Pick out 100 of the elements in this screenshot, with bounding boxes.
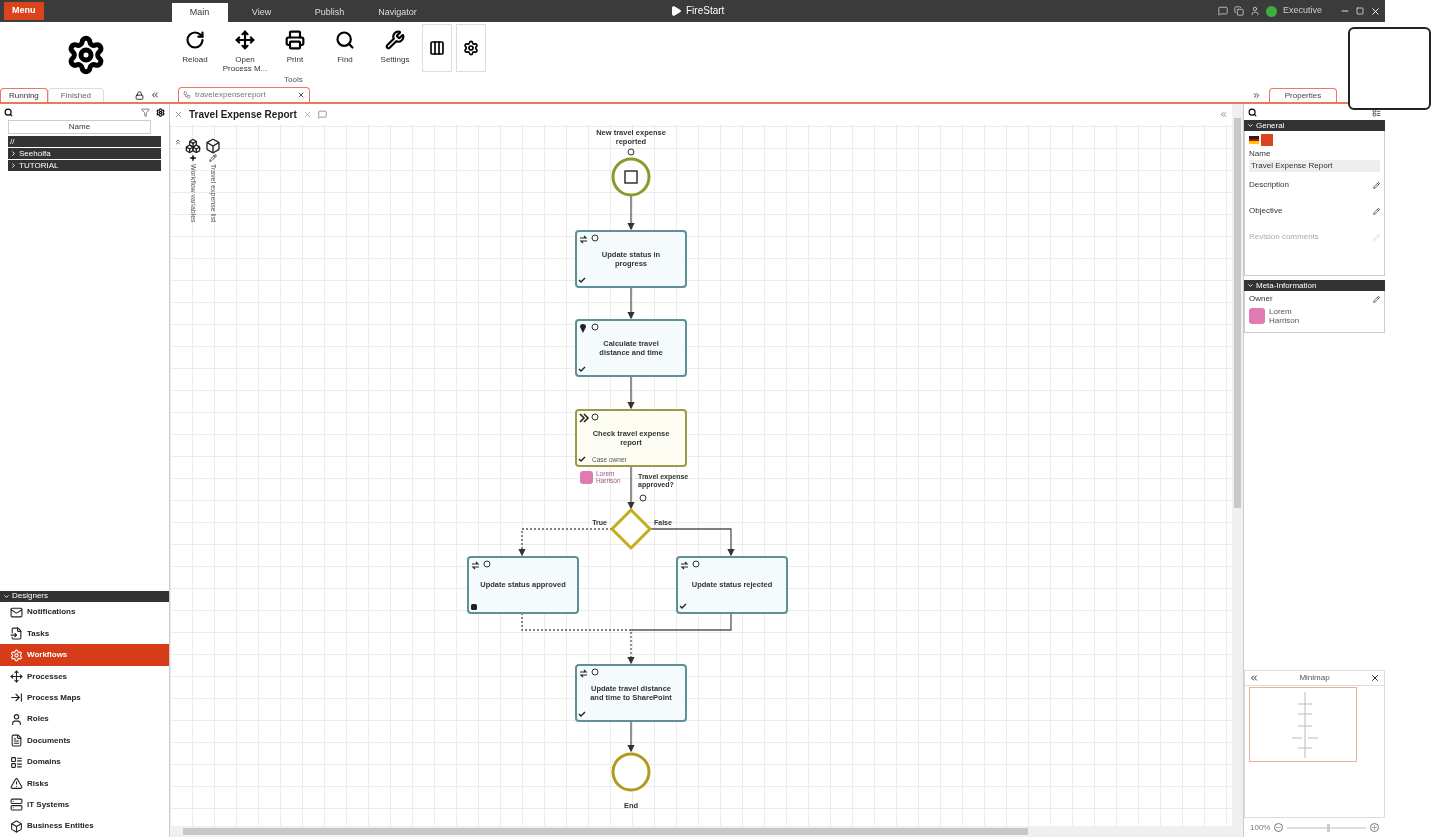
designer-item[interactable]: Domains (0, 751, 169, 773)
user-icon[interactable] (1249, 6, 1260, 16)
envelope-icon (10, 605, 23, 619)
settings-icon (483, 560, 491, 568)
designer-item[interactable]: Tasks (0, 623, 169, 645)
search-icon[interactable] (1248, 107, 1257, 117)
tree-row[interactable]: Seeholfa (8, 148, 161, 159)
clock-icon (627, 148, 635, 156)
section-header[interactable]: Designers (12, 591, 48, 602)
close-tab-icon[interactable] (297, 91, 305, 99)
cube-icon[interactable] (205, 138, 221, 154)
task-box[interactable] (467, 556, 579, 614)
options-icon[interactable] (156, 107, 165, 117)
ribbon-button[interactable]: Find (322, 30, 368, 64)
search-icon[interactable] (4, 107, 13, 117)
settings-icon (591, 323, 599, 331)
connector-arrow[interactable] (627, 720, 635, 753)
zoom-slider[interactable] (1287, 826, 1366, 829)
clock-icon (639, 494, 647, 502)
task-box[interactable] (575, 664, 687, 722)
maximize-icon[interactable] (1356, 7, 1364, 15)
settings-icon (591, 668, 599, 676)
collapse-icon[interactable] (150, 90, 160, 100)
scrollbar-thumb[interactable] (183, 828, 1028, 835)
edit-icon[interactable] (1373, 295, 1380, 303)
edit-icon[interactable] (209, 154, 217, 162)
edit-icon[interactable] (1373, 207, 1380, 215)
task-box[interactable] (575, 409, 687, 467)
tree-label: Seeholfa (19, 148, 51, 159)
scrollbar-thumb[interactable] (1234, 118, 1241, 508)
ribbon-button[interactable]: Open Process M... (222, 30, 268, 73)
ribbon-tab[interactable]: Main (171, 3, 228, 22)
avatar-icon (1249, 308, 1265, 324)
menu-button[interactable]: Menu (4, 2, 44, 20)
filter-icon[interactable] (141, 107, 150, 117)
ribbon-button[interactable]: Print (272, 30, 318, 64)
task-box[interactable] (676, 556, 788, 614)
reload-icon (185, 30, 205, 50)
app-gear-icon (66, 35, 106, 75)
sort-icon[interactable] (1372, 107, 1381, 117)
collapse-icon[interactable] (174, 138, 182, 146)
app-title: FireStart (686, 4, 725, 18)
panel-tab[interactable]: Finished (47, 88, 105, 102)
columns-icon (429, 40, 445, 56)
minimap-title: Minimap (1298, 672, 1331, 684)
designer-item[interactable]: Roles (0, 708, 169, 731)
cubes-icon[interactable] (185, 138, 201, 154)
ribbon-button[interactable]: Settings (372, 30, 418, 64)
designer-item[interactable]: IT Systems (0, 794, 169, 816)
collapse-caret-icon[interactable] (1247, 122, 1254, 129)
map-icon (10, 691, 23, 705)
wrench-icon (385, 30, 405, 50)
properties-tab[interactable]: Properties (1269, 88, 1337, 102)
expand-icon[interactable] (1252, 91, 1261, 100)
designer-item[interactable]: Risks (0, 772, 169, 795)
minimap-drawing (1290, 690, 1320, 760)
designer-item[interactable]: Business Entities (0, 815, 169, 837)
avatar-icon (580, 471, 593, 484)
workflow-title: Travel Expense Report (189, 107, 297, 122)
connector-arrow[interactable] (627, 286, 635, 320)
chat-icon[interactable] (1217, 6, 1228, 16)
field-label: Description (1249, 179, 1289, 191)
edit-icon[interactable] (1373, 181, 1380, 189)
flag-icon[interactable] (1249, 136, 1259, 144)
tree-row[interactable]: TUTORIAL (8, 160, 161, 171)
columns-toggle[interactable] (422, 24, 452, 72)
collapse-caret-icon[interactable] (3, 592, 10, 600)
column-header[interactable]: Name (8, 120, 151, 134)
designer-item[interactable]: Notifications (0, 601, 169, 624)
windows-icon[interactable] (1233, 6, 1244, 16)
collapse-caret-icon[interactable] (1247, 282, 1254, 289)
slider-thumb[interactable] (1326, 823, 1330, 832)
ribbon-tab[interactable]: Publish (295, 3, 364, 22)
designer-item[interactable]: Process Maps (0, 687, 169, 709)
add-icon[interactable] (189, 154, 197, 162)
connector-arrow[interactable] (627, 465, 635, 510)
collapse-icon[interactable] (1249, 673, 1259, 683)
zoom-in-icon[interactable] (1370, 823, 1379, 832)
designer-item[interactable]: Documents (0, 730, 169, 752)
panel-tab[interactable]: Running (0, 88, 48, 102)
ribbon-tab[interactable]: View (227, 3, 296, 22)
close-icon[interactable] (1370, 673, 1380, 683)
domain-icon (10, 755, 23, 769)
connector-arrow[interactable] (627, 194, 635, 231)
settings-toggle[interactable] (456, 24, 486, 72)
designer-item[interactable]: Processes (0, 665, 169, 688)
user-name[interactable]: Executive (1282, 4, 1322, 18)
task-box[interactable] (575, 230, 687, 288)
lock-icon[interactable] (135, 91, 144, 100)
ribbon-tab[interactable]: Navigator (363, 3, 432, 22)
ribbon-button[interactable]: Reload (172, 30, 218, 64)
designer-item[interactable]: Workflows (0, 644, 169, 666)
close-icon[interactable] (1370, 5, 1381, 17)
name-field[interactable]: Travel Expense Report (1249, 160, 1380, 172)
connector-arrow[interactable] (627, 375, 635, 410)
settings-icon (692, 560, 700, 568)
tree-label: // (10, 136, 15, 147)
task-box[interactable] (575, 319, 687, 377)
tree-row[interactable]: // (8, 136, 161, 147)
document-icon (10, 734, 23, 748)
